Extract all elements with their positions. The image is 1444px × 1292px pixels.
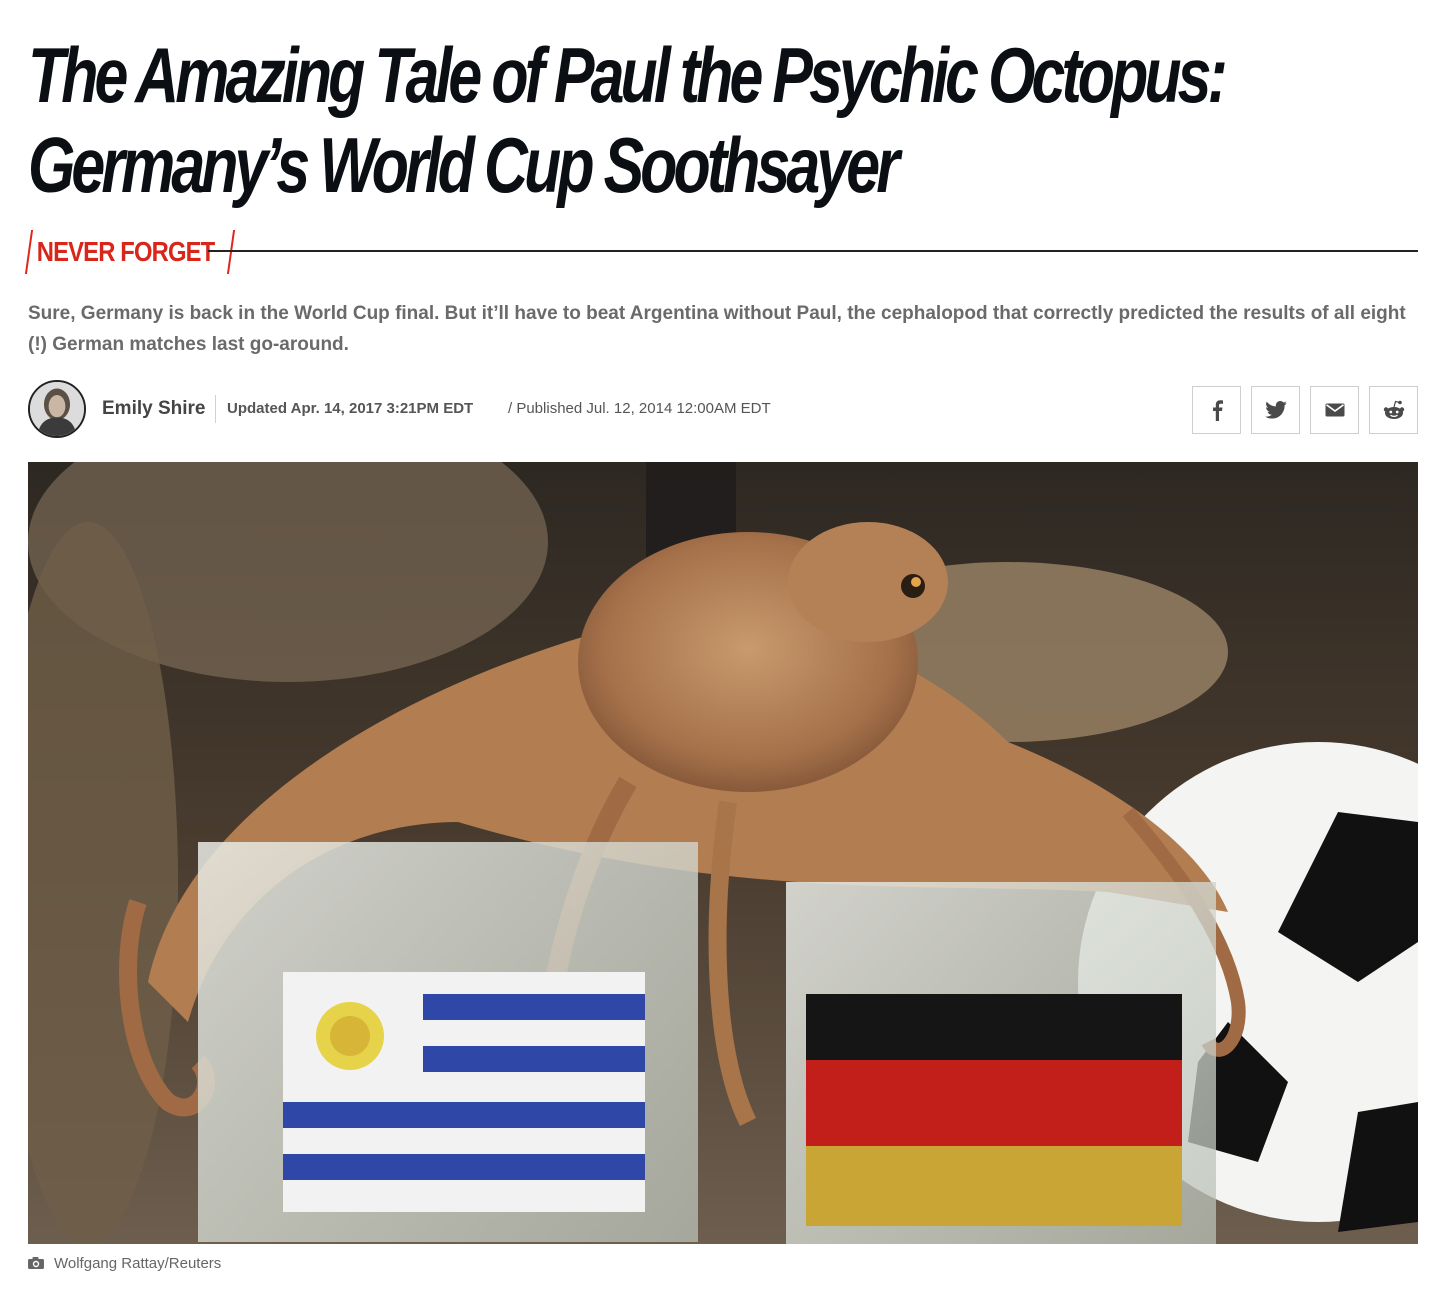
- facebook-icon: [1212, 400, 1223, 421]
- camera-icon: [28, 1257, 44, 1269]
- octopus-photo: [28, 462, 1418, 1244]
- photo-credit: Wolfgang Rattay/Reuters: [28, 1254, 221, 1272]
- article-headline: The Amazing Tale of Paul the Psychic Oct…: [28, 31, 1228, 209]
- reddit-icon: [1383, 400, 1404, 419]
- kicker-divider: [208, 250, 1418, 252]
- share-facebook-button[interactable]: [1192, 386, 1241, 434]
- article-hero-image[interactable]: [28, 462, 1418, 1244]
- byline-separator: [215, 395, 216, 423]
- email-icon: [1325, 403, 1344, 417]
- article-dek: Sure, Germany is back in the World Cup f…: [28, 303, 1406, 355]
- photo-credit-text: Wolfgang Rattay/Reuters: [54, 1254, 222, 1272]
- share-email-button[interactable]: [1310, 386, 1359, 434]
- author-name[interactable]: Emily Shire: [102, 398, 206, 420]
- byline: Emily Shire Updated Apr. 14, 2017 3:21PM…: [28, 378, 1418, 442]
- updated-timestamp: Updated Apr. 14, 2017 3:21PM EDT: [227, 400, 474, 417]
- share-buttons: [1192, 386, 1418, 434]
- kicker-row: NEVER FORGET: [24, 230, 1418, 274]
- kicker-right-rule: [226, 230, 236, 274]
- share-twitter-button[interactable]: [1251, 386, 1300, 434]
- published-timestamp: / Published Jul. 12, 2014 12:00AM EDT: [508, 400, 771, 417]
- author-avatar[interactable]: [28, 380, 86, 438]
- kicker-label[interactable]: NEVER FORGET: [30, 236, 215, 268]
- kicker[interactable]: NEVER FORGET: [24, 230, 236, 274]
- twitter-icon: [1264, 401, 1287, 419]
- article-page: The Amazing Tale of Paul the Psychic Oct…: [0, 0, 1444, 1292]
- share-reddit-button[interactable]: [1369, 386, 1418, 434]
